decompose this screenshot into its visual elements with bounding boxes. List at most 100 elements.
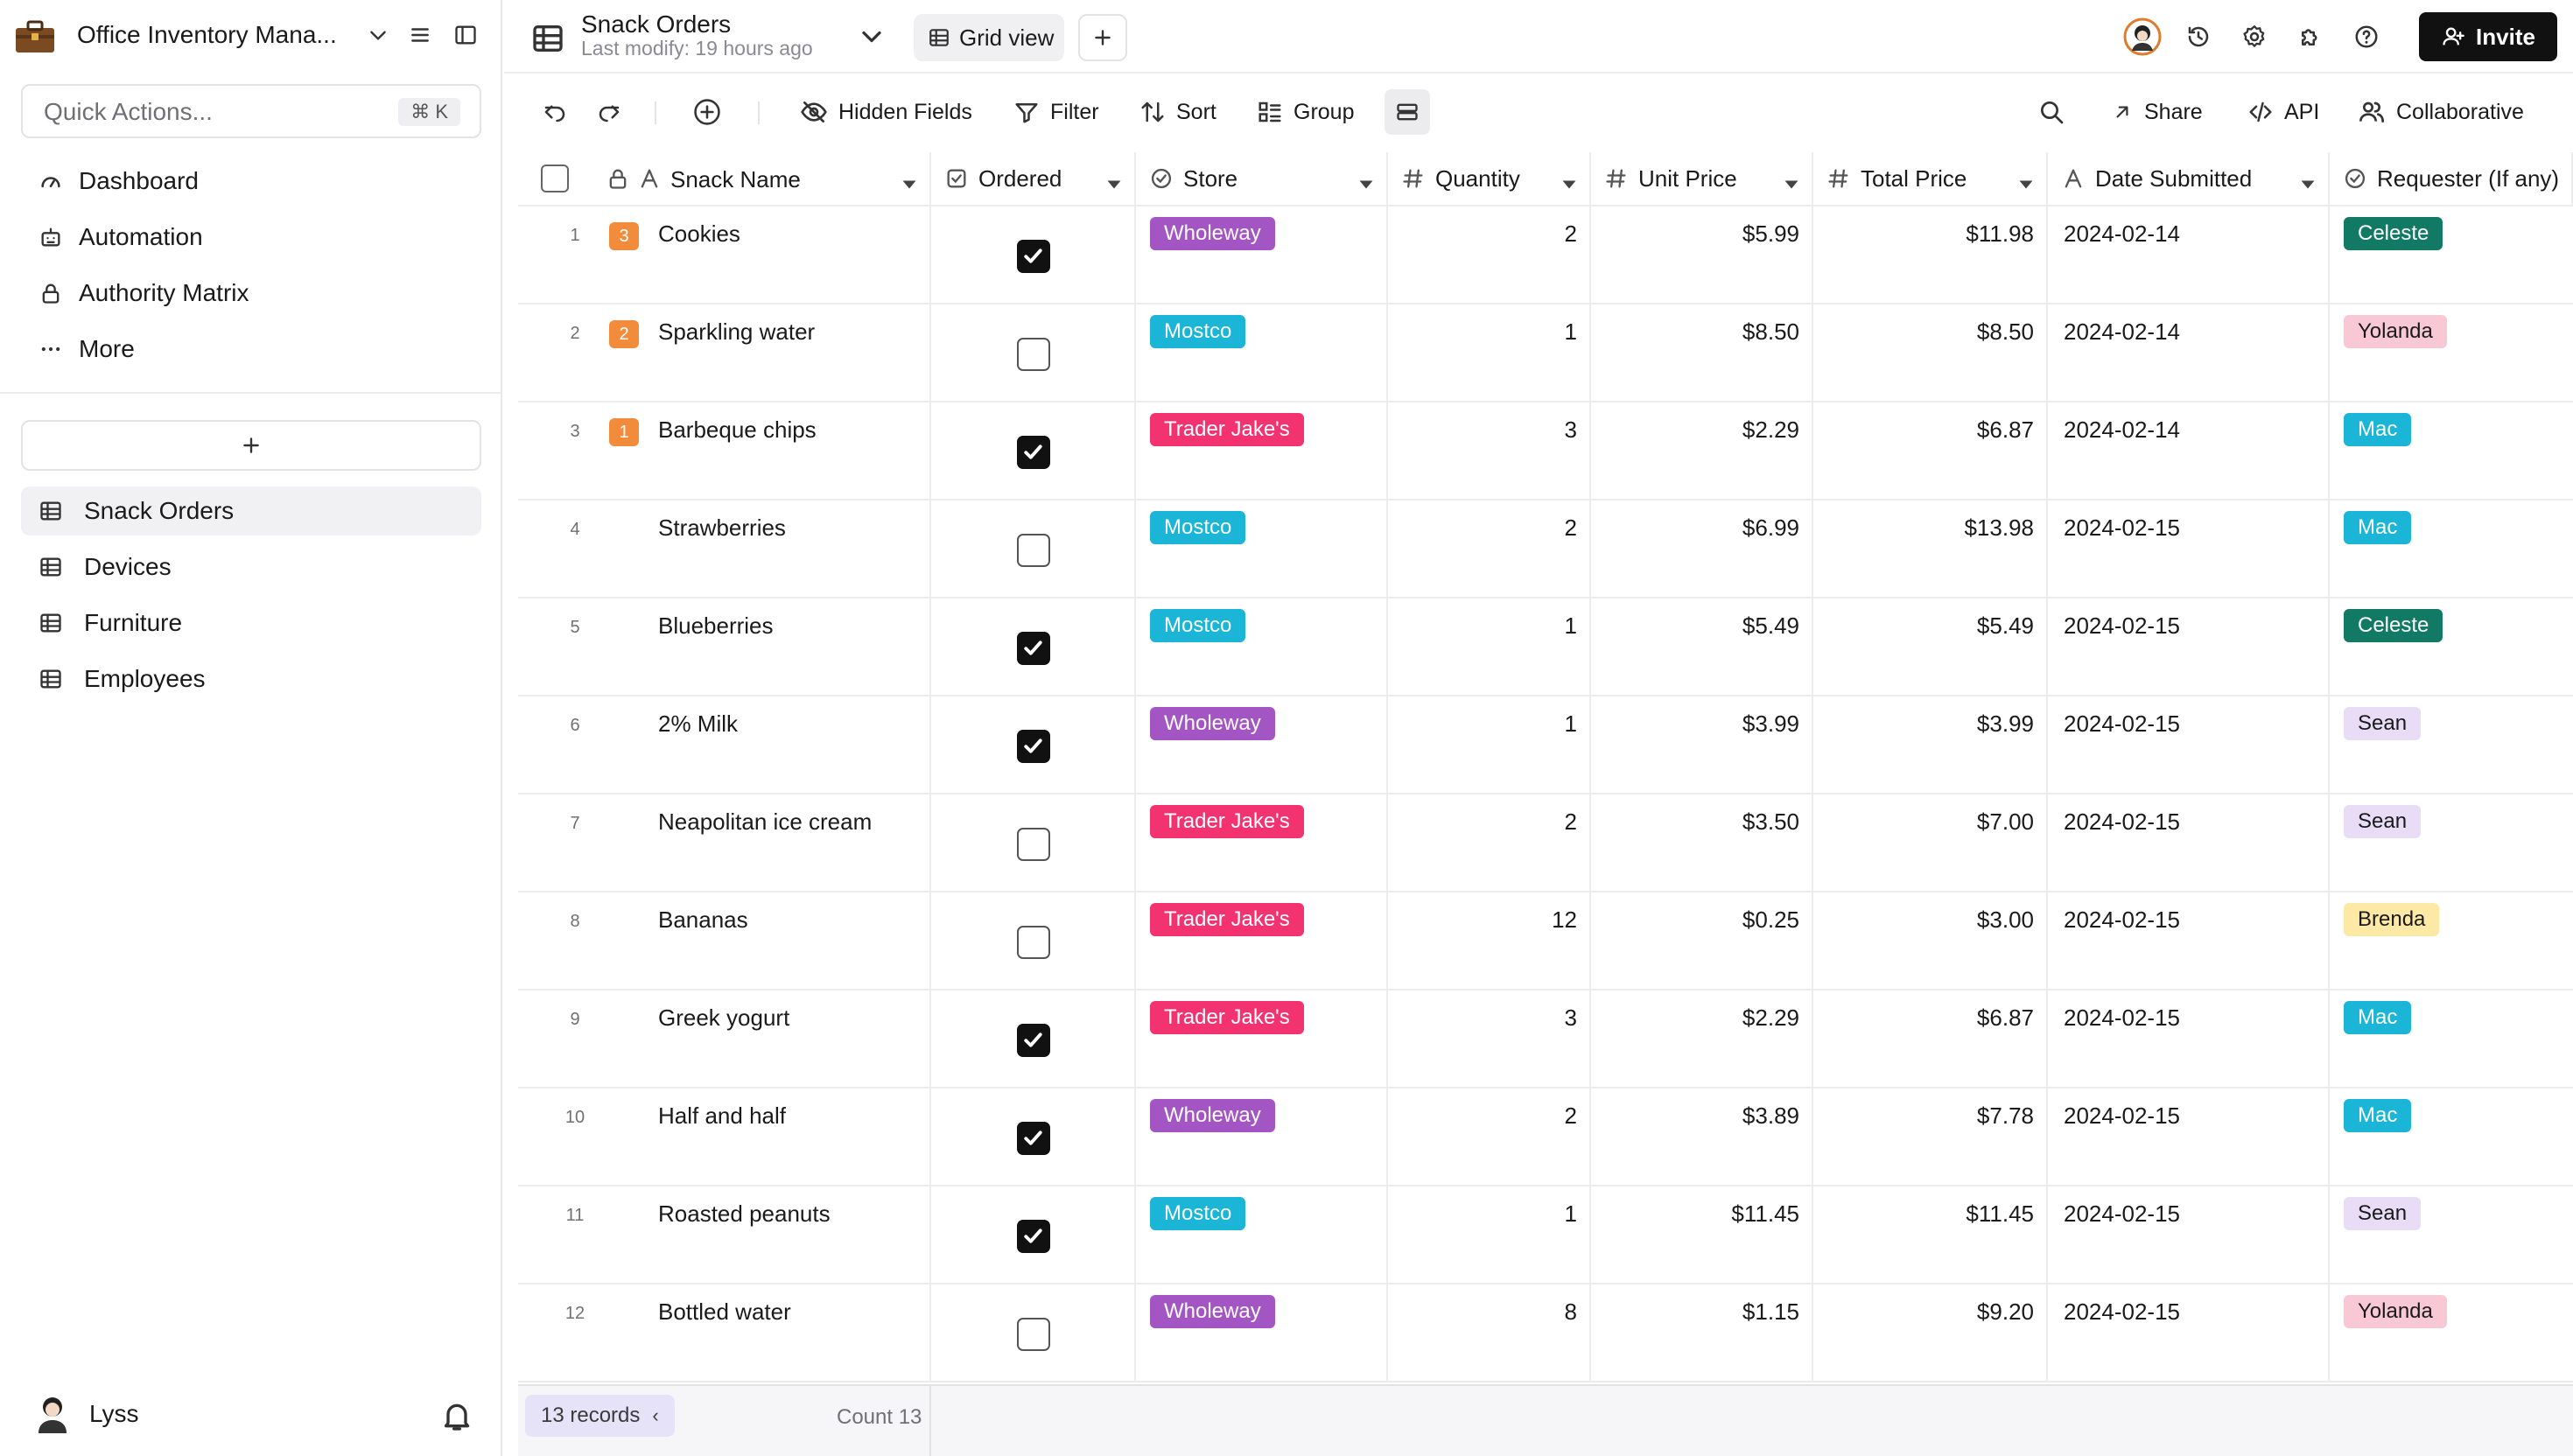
- cell-unit-price[interactable]: $6.99: [1591, 500, 1813, 597]
- cell-total-price[interactable]: $7.78: [1813, 1088, 2048, 1185]
- table-row[interactable]: 10 Half and half Wholeway 2 $3.89 $7.78 2024-0…: [518, 1088, 2573, 1186]
- user-profile[interactable]: Lyss: [35, 1393, 139, 1435]
- cell-snack-name[interactable]: 4 Strawberries: [518, 500, 931, 597]
- hidden-fields-button[interactable]: Hidden Fields: [800, 89, 972, 135]
- quick-actions-input[interactable]: Quick Actions... ⌘ K: [21, 84, 481, 138]
- ordered-checkbox[interactable]: [1017, 1318, 1050, 1351]
- records-count-button[interactable]: 13 records ‹: [525, 1395, 675, 1437]
- caret-down-icon[interactable]: [1561, 172, 1577, 189]
- cell-requester[interactable]: Celeste: [2330, 206, 2573, 303]
- ordered-checkbox[interactable]: [1017, 534, 1050, 567]
- cell-store[interactable]: Mostco: [1136, 1186, 1388, 1283]
- cell-date-submitted[interactable]: 2024-02-15: [2048, 1284, 2330, 1381]
- cell-store[interactable]: Trader Jake's: [1136, 892, 1388, 989]
- cell-date-submitted[interactable]: 2024-02-14: [2048, 304, 2330, 401]
- collaborator-avatar[interactable]: [2123, 18, 2162, 56]
- table-row[interactable]: 11 Roasted peanuts Mostco 1 $11.45 $11.45 2024…: [518, 1186, 2573, 1284]
- search-icon[interactable]: [2029, 89, 2074, 135]
- undo-icon[interactable]: [532, 89, 578, 135]
- caret-down-icon[interactable]: [1358, 172, 1374, 189]
- cell-unit-price[interactable]: $2.29: [1591, 402, 1813, 499]
- ordered-checkbox[interactable]: [1017, 1220, 1050, 1253]
- filter-button[interactable]: Filter: [1013, 89, 1099, 135]
- cell-quantity[interactable]: 12: [1388, 892, 1591, 989]
- cell-quantity[interactable]: 1: [1388, 1186, 1591, 1283]
- cell-quantity[interactable]: 3: [1388, 402, 1591, 499]
- sidebar-toggle-icon[interactable]: [450, 19, 481, 51]
- column-header-quantity[interactable]: Quantity: [1388, 152, 1591, 206]
- table-row[interactable]: 8 Bananas Trader Jake's 12 $0.25 $3.00 2024-02…: [518, 892, 2573, 990]
- cell-snack-name[interactable]: 10 Half and half: [518, 1088, 931, 1185]
- cell-requester[interactable]: Sean: [2330, 794, 2573, 891]
- table-row[interactable]: 3 1 Barbeque chips Trader Jake's 3 $2.29 $6.87…: [518, 402, 2573, 500]
- cell-snack-name[interactable]: 7 Neapolitan ice cream: [518, 794, 931, 891]
- table-row[interactable]: 4 Strawberries Mostco 2 $6.99 $13.98 2024-02-1…: [518, 500, 2573, 598]
- grid-view-tab[interactable]: Grid view: [914, 14, 1064, 61]
- cell-snack-name[interactable]: 1 3 Cookies: [518, 206, 931, 303]
- cell-total-price[interactable]: $3.00: [1813, 892, 2048, 989]
- chevron-down-icon[interactable]: [856, 21, 887, 52]
- cell-store[interactable]: Wholeway: [1136, 1088, 1388, 1185]
- cell-total-price[interactable]: $6.87: [1813, 402, 2048, 499]
- cell-unit-price[interactable]: $2.29: [1591, 990, 1813, 1087]
- cell-requester[interactable]: Mac: [2330, 990, 2573, 1087]
- cell-unit-price[interactable]: $5.49: [1591, 598, 1813, 695]
- cell-store[interactable]: Trader Jake's: [1136, 402, 1388, 499]
- column-header-unit-price[interactable]: Unit Price: [1591, 152, 1813, 206]
- cell-requester[interactable]: Sean: [2330, 696, 2573, 793]
- cell-unit-price[interactable]: $0.25: [1591, 892, 1813, 989]
- caret-down-icon[interactable]: [2300, 172, 2316, 189]
- cell-snack-name[interactable]: 2 2 Sparkling water: [518, 304, 931, 401]
- cell-total-price[interactable]: $11.45: [1813, 1186, 2048, 1283]
- collaborative-button[interactable]: Collaborative: [2358, 89, 2524, 135]
- cell-quantity[interactable]: 2: [1388, 794, 1591, 891]
- table-row[interactable]: 5 Blueberries Mostco 1 $5.49 $5.49 2024-02-15 C…: [518, 598, 2573, 696]
- cell-total-price[interactable]: $3.99: [1813, 696, 2048, 793]
- cell-snack-name[interactable]: 11 Roasted peanuts: [518, 1186, 931, 1283]
- cell-date-submitted[interactable]: 2024-02-15: [2048, 1186, 2330, 1283]
- table-title[interactable]: Snack Orders: [581, 10, 731, 38]
- cell-quantity[interactable]: 2: [1388, 500, 1591, 597]
- cell-date-submitted[interactable]: 2024-02-15: [2048, 500, 2330, 597]
- ordered-checkbox[interactable]: [1017, 1024, 1050, 1057]
- cell-unit-price[interactable]: $3.50: [1591, 794, 1813, 891]
- bell-icon[interactable]: [439, 1398, 474, 1433]
- ordered-checkbox[interactable]: [1017, 338, 1050, 371]
- table-item-devices[interactable]: Devices: [21, 542, 481, 592]
- api-button[interactable]: API: [2247, 89, 2319, 135]
- nav-item-dashboard[interactable]: Dashboard: [21, 156, 481, 206]
- cell-quantity[interactable]: 2: [1388, 206, 1591, 303]
- cell-date-submitted[interactable]: 2024-02-14: [2048, 206, 2330, 303]
- cell-store[interactable]: Mostco: [1136, 500, 1388, 597]
- cell-total-price[interactable]: $6.87: [1813, 990, 2048, 1087]
- nav-item-authority-matrix[interactable]: Authority Matrix: [21, 268, 481, 318]
- invite-button[interactable]: Invite: [2419, 12, 2557, 61]
- cell-unit-price[interactable]: $1.15: [1591, 1284, 1813, 1381]
- group-button[interactable]: Group: [1257, 89, 1354, 135]
- row-height-button[interactable]: [1385, 89, 1430, 135]
- gear-icon[interactable]: [2235, 18, 2274, 56]
- cell-requester[interactable]: Mac: [2330, 500, 2573, 597]
- cell-quantity[interactable]: 3: [1388, 990, 1591, 1087]
- cell-store[interactable]: Mostco: [1136, 598, 1388, 695]
- sort-button[interactable]: Sort: [1139, 89, 1216, 135]
- caret-down-icon[interactable]: [1106, 172, 1122, 189]
- cell-date-submitted[interactable]: 2024-02-15: [2048, 1088, 2330, 1185]
- cell-quantity[interactable]: 2: [1388, 1088, 1591, 1185]
- add-view-button[interactable]: [1078, 14, 1127, 61]
- cell-date-submitted[interactable]: 2024-02-14: [2048, 402, 2330, 499]
- cell-store[interactable]: Trader Jake's: [1136, 794, 1388, 891]
- ordered-checkbox[interactable]: [1017, 730, 1050, 763]
- cell-total-price[interactable]: $7.00: [1813, 794, 2048, 891]
- menu-icon[interactable]: [404, 19, 436, 51]
- add-record-button[interactable]: [684, 89, 730, 135]
- cell-snack-name[interactable]: 3 1 Barbeque chips: [518, 402, 931, 499]
- table-row[interactable]: 12 Bottled water Wholeway 8 $1.15 $9.20 2024-0…: [518, 1284, 2573, 1382]
- puzzle-icon[interactable]: [2291, 18, 2330, 56]
- caret-down-icon[interactable]: [2018, 172, 2034, 189]
- caret-down-icon[interactable]: [1784, 172, 1799, 189]
- cell-total-price[interactable]: $11.98: [1813, 206, 2048, 303]
- ordered-checkbox[interactable]: [1017, 436, 1050, 469]
- help-icon[interactable]: [2347, 18, 2386, 56]
- cell-snack-name[interactable]: 6 2% Milk: [518, 696, 931, 793]
